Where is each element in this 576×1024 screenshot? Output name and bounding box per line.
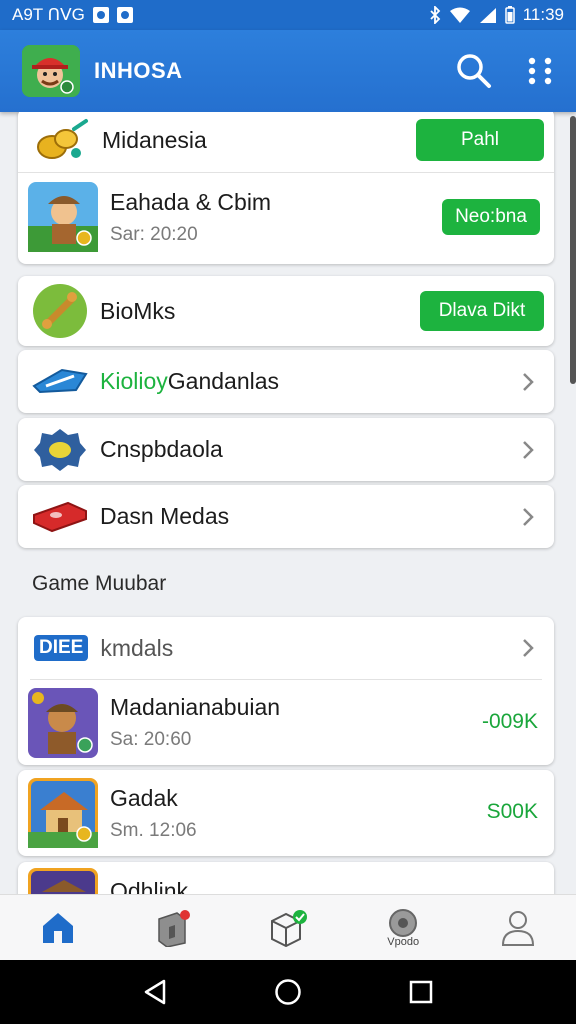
status-bar: A9T ᑎᐯG 11:39 — [0, 0, 576, 30]
chevron-right-icon — [523, 440, 534, 459]
tab-profile[interactable] — [461, 895, 576, 960]
list-item-prefix: Kiolioy — [100, 368, 168, 394]
app-logo-icon[interactable] — [22, 45, 80, 97]
app-bar: INHOSA — [0, 30, 576, 112]
status-carrier-text: A9T ᑎᐯG — [12, 5, 85, 24]
tab-vpodo[interactable]: Vpodo — [346, 895, 461, 960]
bone-icon — [33, 284, 87, 338]
status-time: 11:39 — [522, 5, 564, 24]
app-title: INHOSA — [94, 58, 183, 83]
warrior-icon — [28, 687, 98, 758]
list-item[interactable]: Qdhlink — [18, 862, 554, 894]
list-item[interactable]: Midanesia Pahl — [18, 112, 554, 172]
list-item[interactable]: Dasn Medas — [18, 485, 554, 548]
list-item-subtitle: Sm. 12:06 — [110, 819, 197, 841]
content-area[interactable]: Midanesia Pahl Eahada & Cbim Sar: 20:20 … — [0, 112, 576, 894]
list-item-title: Midanesia — [102, 126, 207, 153]
game-list-header[interactable]: DIEE kmdals — [18, 617, 554, 679]
game-list-card: DIEE kmdals Madanianabuian Sa: 20:60 -00… — [18, 617, 554, 765]
search-icon[interactable] — [456, 53, 492, 89]
disc-icon — [389, 908, 418, 937]
box-check-icon — [271, 909, 307, 947]
price-label: -009K — [481, 710, 538, 733]
dlava-dikt-button[interactable]: Dlava Dikt — [420, 291, 544, 331]
list-item-title: Cnspbdaola — [100, 436, 223, 462]
gear-gem-icon — [34, 428, 86, 471]
bluetooth-icon — [430, 6, 440, 24]
chevron-right-icon — [523, 507, 534, 526]
list-item[interactable]: Madanianabuian Sa: 20:60 -009K — [18, 680, 554, 765]
neobna-button[interactable]: Neo:bna — [442, 199, 540, 235]
ship-icon — [28, 868, 98, 894]
system-nav-bar — [0, 960, 576, 1024]
list-item[interactable]: Cnspbdaola — [18, 418, 554, 481]
list-item-subtitle: Sar: 20:20 — [110, 223, 198, 245]
list-item-subtitle: Sa: 20:60 — [110, 729, 192, 750]
list-item-title: Qdhlink — [110, 878, 188, 894]
person-icon — [502, 910, 535, 946]
list-item[interactable]: BioMks Dlava Dikt — [18, 276, 554, 346]
list-card[interactable]: Dasn Medas — [18, 485, 554, 548]
list-card[interactable]: KiolioyGandanlas — [18, 350, 554, 413]
chevron-right-icon — [523, 372, 534, 391]
home-icon — [42, 912, 73, 943]
diee-badge-icon: DIEE — [34, 635, 89, 661]
price-label: S00K — [486, 800, 538, 823]
tab-label: Vpodo — [387, 935, 420, 948]
list-card[interactable]: Gadak Sm. 12:06 S00K — [18, 770, 554, 856]
list-item[interactable]: KiolioyGandanlas — [18, 350, 554, 413]
list-item-title: Gandanlas — [167, 368, 280, 394]
list-card[interactable]: Cnspbdaola — [18, 418, 554, 481]
grid-dots-icon[interactable] — [526, 56, 554, 86]
tab-home[interactable] — [0, 895, 115, 960]
chevron-right-icon — [523, 639, 534, 657]
notification-icon-2 — [116, 7, 133, 23]
list-item-title: BioMks — [100, 297, 176, 324]
house-icon — [28, 778, 98, 848]
tab-store[interactable] — [115, 895, 230, 960]
red-bar-icon — [33, 501, 87, 532]
coins-icon — [37, 119, 88, 159]
scrollbar[interactable] — [570, 116, 576, 384]
battery-icon — [504, 6, 515, 24]
list-item[interactable]: Eahada & Cbim Sar: 20:20 Neo:bna — [18, 173, 554, 261]
list-card[interactable]: Qdhlink — [18, 862, 554, 894]
top-list-card: Midanesia Pahl Eahada & Cbim Sar: 20:20 … — [18, 112, 554, 264]
signal-icon — [479, 8, 496, 23]
pahl-button[interactable]: Pahl — [416, 119, 544, 161]
home-circle-icon[interactable] — [274, 978, 302, 1006]
wifi-icon — [449, 7, 470, 23]
list-item[interactable]: Gadak Sm. 12:06 S00K — [18, 770, 554, 856]
blue-plane-icon — [32, 368, 88, 393]
list-item-title: Eahada & Cbim — [110, 188, 272, 215]
list-item-title: Dasn Medas — [100, 503, 230, 529]
store-icon — [158, 909, 190, 947]
tab-box[interactable] — [230, 895, 345, 960]
list-item-title: Gadak — [110, 784, 178, 811]
game-list-header-title: kmdals — [100, 634, 174, 661]
notification-icon — [92, 7, 109, 23]
list-item-title: Madanianabuian — [110, 694, 281, 720]
bottom-nav: Vpodo — [0, 894, 576, 960]
list-card[interactable]: BioMks Dlava Dikt — [18, 276, 554, 346]
recents-icon[interactable] — [409, 980, 433, 1004]
section-title: Game Muubar — [32, 572, 167, 595]
adventurer-icon — [28, 182, 98, 252]
back-icon[interactable] — [143, 979, 167, 1005]
